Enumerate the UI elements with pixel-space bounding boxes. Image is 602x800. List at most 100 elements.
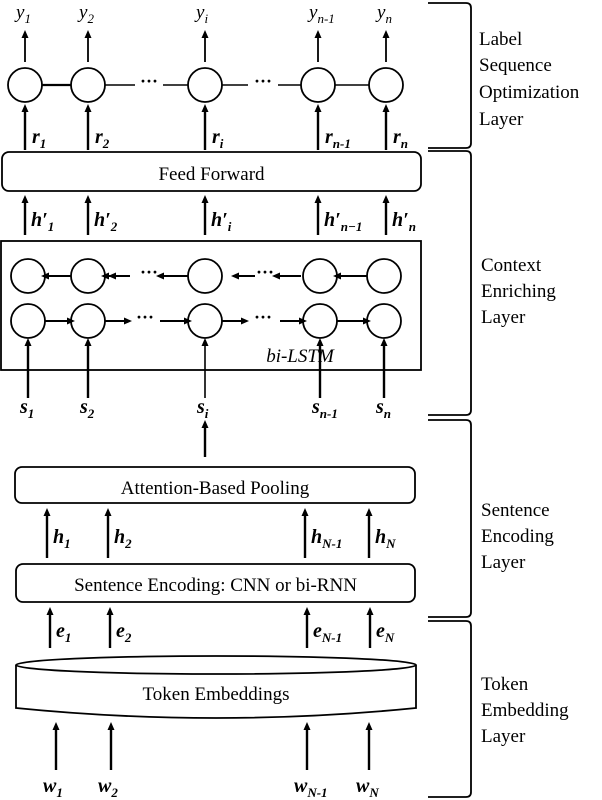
forward-lstm-cell	[70, 303, 106, 339]
output-label-y-base: y	[375, 2, 386, 23]
s-label: si	[196, 396, 209, 421]
s-label: sn-1	[311, 396, 338, 421]
crf-ellipsis: ···	[140, 71, 158, 91]
crf-node	[187, 67, 223, 103]
h-prime-label-base: h′	[31, 209, 48, 231]
output-label-y-base: y	[307, 2, 318, 23]
w-label-subscript: 1	[56, 785, 63, 800]
r-label: r1	[32, 126, 46, 151]
h-label: h2	[114, 526, 132, 551]
h-label-base: h	[375, 526, 386, 548]
layer-bracket	[428, 620, 472, 798]
r-label-base: r	[325, 126, 333, 148]
r-label-subscript: n	[401, 136, 408, 151]
crf-node	[300, 67, 336, 103]
e-label: e1	[56, 620, 71, 645]
w-label: w2	[98, 775, 118, 800]
output-label-y-base: y	[14, 2, 25, 23]
s-label: s1	[19, 396, 34, 421]
h-prime-label: h′2	[94, 209, 118, 234]
s-label-base: s	[375, 396, 384, 418]
e-label-subscript: N-1	[321, 630, 342, 645]
e-label-subscript: 2	[124, 630, 132, 645]
architecture-diagram: ··· ···y1r1y2r2yiriyn-1rn-1ynrnFeed Forwa…	[0, 2, 580, 800]
output-label-y: yn-1	[307, 2, 335, 26]
e-label: eN	[376, 620, 395, 645]
h-prime-label-base: h′	[211, 209, 228, 231]
r-label-subscript: i	[220, 136, 224, 151]
layer-label-line: Sequence	[479, 55, 552, 76]
crf-ellipsis: ···	[254, 71, 272, 91]
backward-lstm-cell	[302, 258, 338, 294]
h-prime-label-subscript: n−1	[341, 219, 363, 234]
h-prime-label-subscript: n	[409, 219, 416, 234]
s-label-base: s	[196, 396, 205, 418]
output-label-y-subscript: 2	[87, 11, 94, 26]
w-label-subscript: 2	[110, 785, 118, 800]
e-label-base: e	[313, 620, 322, 642]
h-prime-label: h′i	[211, 209, 232, 234]
forward-lstm-cell	[10, 303, 46, 339]
output-label-y-base: y	[194, 2, 205, 23]
r-label: rn-1	[325, 126, 351, 151]
output-label-y-subscript: 1	[24, 11, 31, 26]
r-label-base: r	[32, 126, 40, 148]
s-label-subscript: n-1	[320, 406, 338, 421]
w-label-base: w	[98, 775, 112, 797]
s-label-base: s	[311, 396, 320, 418]
s-label-subscript: i	[205, 406, 209, 421]
h-prime-label-base: h′	[94, 209, 111, 231]
h-label-subscript: 1	[64, 536, 71, 551]
r-label-subscript: 2	[102, 136, 110, 151]
forward-lstm-cell	[187, 303, 223, 339]
e-label-base: e	[56, 620, 65, 642]
r-label-base: r	[212, 126, 220, 148]
r-label-subscript: 1	[40, 136, 47, 151]
crf-node	[7, 67, 43, 103]
backward-lstm-cell	[70, 258, 106, 294]
layer-bracket	[428, 2, 472, 149]
h-prime-label-base: h′	[392, 209, 409, 231]
h-prime-label-subscript: 2	[110, 219, 118, 234]
r-label: r2	[95, 126, 110, 151]
layer-label-line: Sentence	[481, 500, 550, 521]
layer-label-line: Label	[479, 29, 522, 50]
layer-label-line: Layer	[481, 726, 526, 747]
h-prime-label-subscript: 1	[48, 219, 55, 234]
crf-node	[368, 67, 404, 103]
w-label: wN	[356, 775, 379, 800]
token-embeddings-cylinder-top	[15, 655, 417, 675]
h-label-base: h	[114, 526, 125, 548]
layer-label-line: Layer	[481, 552, 526, 573]
layer-bracket	[428, 150, 472, 416]
h-prime-label: h′n	[392, 209, 416, 234]
r-label: ri	[212, 126, 224, 151]
output-label-y: y2	[77, 2, 94, 26]
layer-label-line: Embedding	[481, 700, 569, 721]
h-label: h1	[53, 526, 71, 551]
backward-ellipsis: ···	[256, 262, 274, 282]
layer-bracket	[428, 419, 472, 618]
s-label-base: s	[19, 396, 28, 418]
bilstm-label: bi-LSTM	[266, 346, 335, 367]
e-label-base: e	[376, 620, 385, 642]
h-label-subscript: N	[385, 536, 396, 551]
e-label: e2	[116, 620, 132, 645]
h-prime-label-subscript: i	[228, 219, 232, 234]
s-label: s2	[79, 396, 95, 421]
token-embeddings-label: Token Embeddings	[143, 684, 290, 705]
w-label: wN-1	[294, 775, 328, 800]
output-label-y: yi	[194, 2, 208, 26]
layer-label-line: Context	[481, 255, 542, 276]
forward-lstm-cell	[366, 303, 402, 339]
layer-label-line: Layer	[479, 109, 524, 130]
s-label-subscript: 2	[87, 406, 95, 421]
output-label-y: yn	[375, 2, 392, 26]
layer-label-line: Encoding	[481, 526, 554, 547]
h-prime-label: h′1	[31, 209, 54, 234]
h-label: hN-1	[311, 526, 342, 551]
r-label-base: r	[393, 126, 401, 148]
output-label-y-subscript: i	[204, 11, 208, 26]
h-prime-label: h′n−1	[324, 209, 362, 234]
layer-label-line: Enriching	[481, 281, 556, 302]
